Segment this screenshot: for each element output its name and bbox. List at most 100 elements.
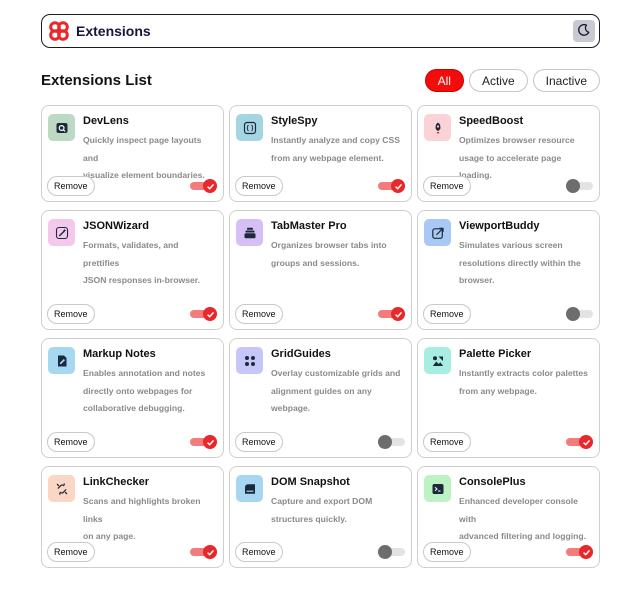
extension-name: SpeedBoost: [459, 115, 524, 127]
extension-description-line: webpage.: [271, 403, 311, 413]
extension-description-line: Enhanced developer console with: [459, 496, 578, 524]
filter-inactive[interactable]: Inactive: [532, 69, 600, 92]
extension-description-line: Enables annotation and notes: [83, 368, 206, 378]
extension-description-line: resolutions directly within the: [459, 257, 581, 268]
note-pen-icon: [48, 347, 75, 374]
extension-description: Instantly extracts color palettes from an…: [459, 365, 588, 400]
active-toggle[interactable]: [378, 544, 405, 560]
extension-card-devlens: DevLens Quickly inspect page layouts and…: [41, 105, 224, 202]
extension-card-tabmaster-pro: TabMaster Pro Organizes browser tabs int…: [229, 210, 412, 330]
magnifier-box-icon: [48, 114, 75, 141]
extension-name: JSONWizard: [83, 220, 149, 232]
extension-description: Instantly analyze and copy CSS from any w…: [271, 132, 400, 167]
active-toggle[interactable]: [190, 178, 217, 194]
extension-description-line: on any page.: [83, 531, 136, 541]
extension-description-line: browser.: [459, 275, 495, 285]
active-toggle[interactable]: [378, 178, 405, 194]
extension-card-stylespy: StyleSpy Instantly analyze and copy CSS f…: [229, 105, 412, 202]
code-braces-icon: [236, 114, 263, 141]
active-toggle[interactable]: [190, 306, 217, 322]
extension-description: Capture and export DOM structures quickly…: [271, 493, 372, 528]
check-icon: [582, 549, 590, 556]
extension-description: Enables annotation and notes directly ont…: [83, 365, 205, 418]
theme-toggle-button[interactable]: [573, 20, 595, 42]
extension-description-line: Quickly inspect page layouts and: [83, 135, 202, 163]
filter-active[interactable]: Active: [468, 69, 528, 92]
extension-card-viewportbuddy: ViewportBuddy Simulates various screen re…: [417, 210, 600, 330]
active-toggle[interactable]: [566, 544, 593, 560]
active-toggle[interactable]: [378, 434, 405, 450]
moon-icon: [577, 23, 591, 40]
extension-name: GridGuides: [271, 348, 331, 360]
extension-description-line: structures quickly.: [271, 513, 347, 524]
remove-button[interactable]: Remove: [423, 176, 471, 196]
extension-description-line: Organizes browser tabs into: [271, 240, 387, 250]
app-title: Extensions: [76, 23, 151, 39]
extension-card-markup-notes: Markup Notes Enables annotation and note…: [41, 338, 224, 458]
active-toggle[interactable]: [566, 306, 593, 322]
extension-description-line: alignment guides on any: [271, 385, 372, 396]
extension-description-line: Scans and highlights broken links: [83, 496, 201, 524]
extension-description-line: advanced filtering and logging.: [459, 531, 587, 541]
remove-button[interactable]: Remove: [235, 432, 283, 452]
remove-button[interactable]: Remove: [235, 176, 283, 196]
tabs-stack-icon: [236, 219, 263, 246]
filter-all[interactable]: All: [424, 69, 464, 92]
rocket-icon: [424, 114, 451, 141]
extension-name: StyleSpy: [271, 115, 318, 127]
broken-link-icon: [48, 475, 75, 502]
extension-name: Palette Picker: [459, 348, 532, 360]
extension-description: Enhanced developer console with advanced …: [459, 493, 593, 546]
filter-group: All Active Inactive: [424, 69, 600, 92]
remove-button[interactable]: Remove: [47, 432, 95, 452]
check-icon: [394, 311, 402, 318]
extension-card-speedboost: SpeedBoost Optimizes browser resource usa…: [417, 105, 600, 202]
active-toggle[interactable]: [566, 434, 593, 450]
grid-icon: [236, 347, 263, 374]
extensions-grid: DevLens Quickly inspect page layouts and…: [41, 105, 600, 568]
extension-description-line: Optimizes browser resource: [459, 135, 575, 145]
extension-name: DevLens: [83, 115, 129, 127]
extension-description-line: from any webpage element.: [271, 152, 384, 163]
remove-button[interactable]: Remove: [423, 542, 471, 562]
extension-description: Overlay customizable grids and alignment …: [271, 365, 400, 418]
active-toggle[interactable]: [190, 434, 217, 450]
extension-description-line: Capture and export DOM: [271, 496, 373, 506]
check-icon: [582, 439, 590, 446]
resize-arrow-icon: [424, 219, 451, 246]
remove-button[interactable]: Remove: [47, 304, 95, 324]
extension-description: Simulates various screen resolutions dire…: [459, 237, 581, 290]
terminal-icon: [424, 475, 451, 502]
extension-card-palette-picker: Palette Picker Instantly extracts color …: [417, 338, 600, 458]
extension-card-dom-snapshot: DOM Snapshot Capture and export DOM struc…: [229, 466, 412, 568]
extension-card-consoleplus: ConsolePlus Enhanced developer console w…: [417, 466, 600, 568]
extension-description-line: Instantly extracts color palettes: [459, 368, 588, 378]
extension-description-line: Formats, validates, and prettifies: [83, 240, 179, 268]
remove-button[interactable]: Remove: [423, 304, 471, 324]
extension-card-linkchecker: LinkChecker Scans and highlights broken …: [41, 466, 224, 568]
extension-name: DOM Snapshot: [271, 476, 350, 488]
palette-icon: [424, 347, 451, 374]
check-icon: [206, 439, 214, 446]
active-toggle[interactable]: [566, 178, 593, 194]
page-title: Extensions List: [41, 72, 152, 89]
active-toggle[interactable]: [190, 544, 217, 560]
remove-button[interactable]: Remove: [47, 176, 95, 196]
remove-button[interactable]: Remove: [423, 432, 471, 452]
remove-button[interactable]: Remove: [235, 542, 283, 562]
remove-button[interactable]: Remove: [47, 542, 95, 562]
extension-name: ViewportBuddy: [459, 220, 540, 232]
extension-description: Scans and highlights broken links on any …: [83, 493, 217, 546]
extension-card-gridguides: GridGuides Overlay customizable grids an…: [229, 338, 412, 458]
extension-description-line: groups and sessions.: [271, 257, 360, 268]
extension-card-jsonwizard: JSONWizard Formats, validates, and prett…: [41, 210, 224, 330]
remove-button[interactable]: Remove: [235, 304, 283, 324]
check-icon: [206, 183, 214, 190]
extension-description-line: Simulates various screen: [459, 240, 563, 250]
active-toggle[interactable]: [378, 306, 405, 322]
snapshot-icon: [236, 475, 263, 502]
extension-description-line: collaborative debugging.: [83, 403, 185, 413]
check-icon: [206, 311, 214, 318]
extension-description-line: JSON responses in-browser.: [83, 275, 201, 285]
extension-name: TabMaster Pro: [271, 220, 347, 232]
